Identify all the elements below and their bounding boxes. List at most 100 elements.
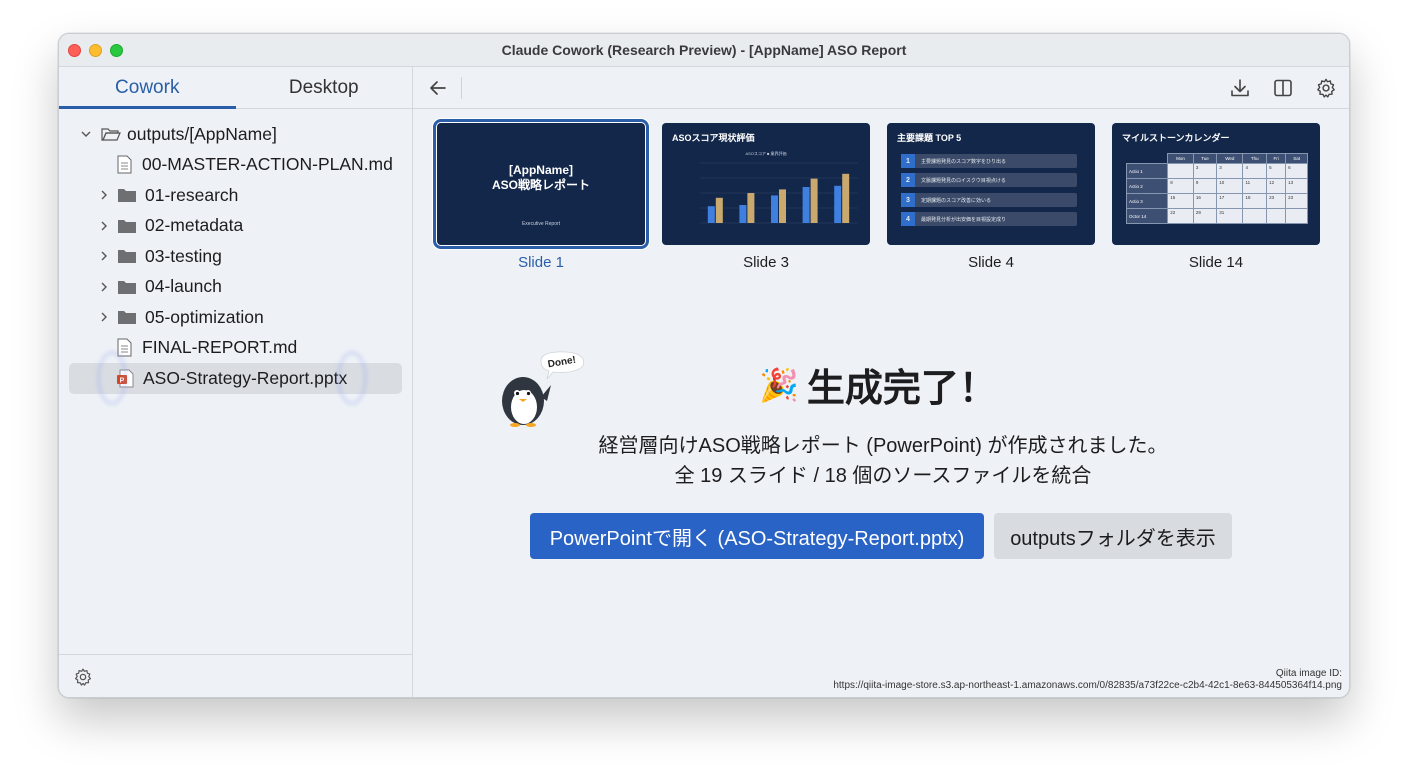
tree-item-folder[interactable]: 04-launch xyxy=(59,272,412,303)
tree-item-folder[interactable]: 02-metadata xyxy=(59,211,412,242)
speech-bubble: Done! xyxy=(540,351,585,380)
slide-label: Slide 14 xyxy=(1188,254,1244,271)
app-window: Claude Cowork (Research Preview) - [AppN… xyxy=(58,33,1350,698)
slide-preview[interactable]: [AppName] ASO戦略レポート Executive Report xyxy=(433,119,649,249)
completion-title: 生成完了！ xyxy=(806,368,997,410)
tab-cowork[interactable]: Cowork xyxy=(59,67,236,109)
chevron-right-icon[interactable] xyxy=(97,280,111,294)
calendar-row-header: Actio 3 xyxy=(1125,193,1169,209)
slide-thumbnails: [AppName] ASO戦略レポート Executive Report Sli… xyxy=(433,119,1320,271)
chart-bar xyxy=(715,197,723,223)
settings-button[interactable] xyxy=(1311,73,1341,103)
toolbar-actions xyxy=(1225,73,1341,103)
sidebar-footer xyxy=(59,654,412,697)
slide-footer-text: Executive Report xyxy=(521,221,561,227)
calendar-cell xyxy=(1167,163,1194,179)
slide-thumbnail-4[interactable]: 主要課題 TOP 5 1 主要課題発見のスコア数字をひり出る 2 文脈課題発見のロイ… xyxy=(887,123,1095,271)
close-window-button[interactable] xyxy=(68,44,81,57)
source-note-label: Qiita image ID: xyxy=(1275,668,1342,679)
chevron-right-icon[interactable] xyxy=(97,219,111,233)
folder-icon xyxy=(117,279,137,295)
download-icon xyxy=(1231,79,1249,97)
calendar-cell: 10 xyxy=(1216,178,1244,194)
open-in-powerpoint-button[interactable]: PowerPointで開く (ASO-Strategy-Report.pptx) xyxy=(530,513,984,559)
chart-legend: ASOスコア ■ 業界評価 xyxy=(745,150,786,156)
chart-bar xyxy=(834,185,842,223)
settings-gear-icon[interactable] xyxy=(73,667,93,687)
tree-item-pptx-selected[interactable]: P ASO-Strategy-Report.pptx xyxy=(69,351,402,405)
tree-item-label: outputs/[AppName] xyxy=(127,123,277,144)
slide-bar-chart: ASOスコア ■ 業界評価 xyxy=(700,150,858,224)
tree-item-label: 04-launch xyxy=(145,276,222,297)
issue-item: 3 定期課題のスコア改善に効いる xyxy=(901,193,1077,207)
chart-bar xyxy=(707,206,715,223)
calendar-cell xyxy=(1266,208,1287,224)
slide-title-line2: ASO戦略レポート xyxy=(491,178,590,192)
arrow-left-icon xyxy=(430,80,446,95)
highlight-glow-right xyxy=(337,351,367,405)
calendar-cell: 12 xyxy=(1266,178,1287,194)
calendar-day-header: Wed xyxy=(1216,153,1244,164)
tree-item-file[interactable]: 00-MASTER-ACTION-PLAN.md xyxy=(59,150,412,181)
calendar-cell: 5 xyxy=(1266,163,1287,179)
slide-title-line1: [AppName] xyxy=(508,163,573,177)
show-outputs-folder-button[interactable]: outputsフォルダを表示 xyxy=(994,513,1232,559)
zoom-window-button[interactable] xyxy=(110,44,123,57)
folder-icon xyxy=(117,218,137,234)
chevron-right-icon[interactable] xyxy=(97,249,111,263)
completion-description-line2: 全 19 スライド / 18 個のソースファイルを統合 xyxy=(674,465,1092,487)
slide-label: Slide 4 xyxy=(968,254,1014,271)
calendar-day-header: Mon xyxy=(1167,153,1194,164)
calendar-cell: 17 xyxy=(1216,193,1244,209)
issue-number: 1 xyxy=(901,154,915,168)
tree-item-label: 02-metadata xyxy=(145,215,244,236)
tree-item-root-folder[interactable]: outputs/[AppName] xyxy=(59,119,412,150)
chevron-down-icon[interactable] xyxy=(79,127,93,141)
milestone-calendar: Mon Tue Wed Thu Fri Sat Actio 1 3 3 4 5 … xyxy=(1125,153,1308,224)
calendar-row-header: Actio 1 xyxy=(1125,163,1169,179)
chevron-right-icon[interactable] xyxy=(97,188,111,202)
tab-desktop[interactable]: Desktop xyxy=(236,67,413,108)
calendar-day-header: Thu xyxy=(1242,153,1268,164)
calendar-cell: 22 xyxy=(1167,208,1194,224)
slide-thumbnail-1[interactable]: [AppName] ASO戦略レポート Executive Report Sli… xyxy=(433,119,649,271)
issue-item: 1 主要課題発見のスコア数字をひり出る xyxy=(901,154,1077,168)
calendar-cell xyxy=(1242,208,1268,224)
slide-thumbnail-3[interactable]: ASOスコア現状評価 ASOスコア ■ 業界評価 Slide 3 xyxy=(662,123,870,271)
back-button[interactable] xyxy=(423,73,453,103)
folder-icon xyxy=(117,309,137,325)
issue-number: 2 xyxy=(901,173,915,187)
split-view-icon xyxy=(1274,79,1292,97)
chart-bar xyxy=(739,205,747,223)
download-button[interactable] xyxy=(1225,73,1255,103)
issue-item: 2 文脈課題発見のロイスクウ目視点ける xyxy=(901,173,1077,187)
calendar-cell: 11 xyxy=(1242,178,1268,194)
chart-bar xyxy=(779,189,786,223)
penguin-mascot-illustration: Done! xyxy=(502,351,585,427)
calendar-cell: 31 xyxy=(1216,208,1244,224)
calendar-cell: 3 xyxy=(1216,163,1244,179)
tree-item-folder[interactable]: 01-research xyxy=(59,180,412,211)
calendar-cell: 15 xyxy=(1167,193,1194,209)
tree-item-label: FINAL-REPORT.md xyxy=(142,337,298,358)
source-note-url: https://qiita-image-store.s3.ap-northeas… xyxy=(833,680,1342,691)
minimize-window-button[interactable] xyxy=(89,44,102,57)
split-view-button[interactable] xyxy=(1268,73,1298,103)
chevron-right-icon[interactable] xyxy=(97,310,111,324)
slide-label: Slide 1 xyxy=(518,254,564,271)
slide-preview[interactable]: ASOスコア現状評価 ASOスコア ■ 業界評価 xyxy=(662,123,870,245)
tree-item-folder[interactable]: 03-testing xyxy=(59,241,412,272)
tree-item-folder[interactable]: 05-optimization xyxy=(59,302,412,333)
calendar-corner xyxy=(1127,154,1168,164)
tree-item-label: 05-optimization xyxy=(145,306,264,327)
calendar-row-header: Octor 14 xyxy=(1125,208,1169,224)
calendar-cell: 23 xyxy=(1266,193,1287,209)
slide-preview[interactable]: マイルストーンカレンダー Mon Tue Wed Thu Fri Sat Act… xyxy=(1112,123,1320,245)
calendar-day-header: Sat xyxy=(1285,153,1308,164)
gear-icon xyxy=(1317,78,1335,98)
slide-title: [AppName] ASO戦略レポート xyxy=(437,163,645,193)
slide-preview[interactable]: 主要課題 TOP 5 1 主要課題発見のスコア数字をひり出る 2 文脈課題発見のロイ… xyxy=(887,123,1095,245)
slide-thumbnail-14[interactable]: マイルストーンカレンダー Mon Tue Wed Thu Fri Sat Act… xyxy=(1112,123,1320,271)
main-panel: [AppName] ASO戦略レポート Executive Report Sli… xyxy=(413,67,1349,697)
document-icon xyxy=(117,155,132,174)
